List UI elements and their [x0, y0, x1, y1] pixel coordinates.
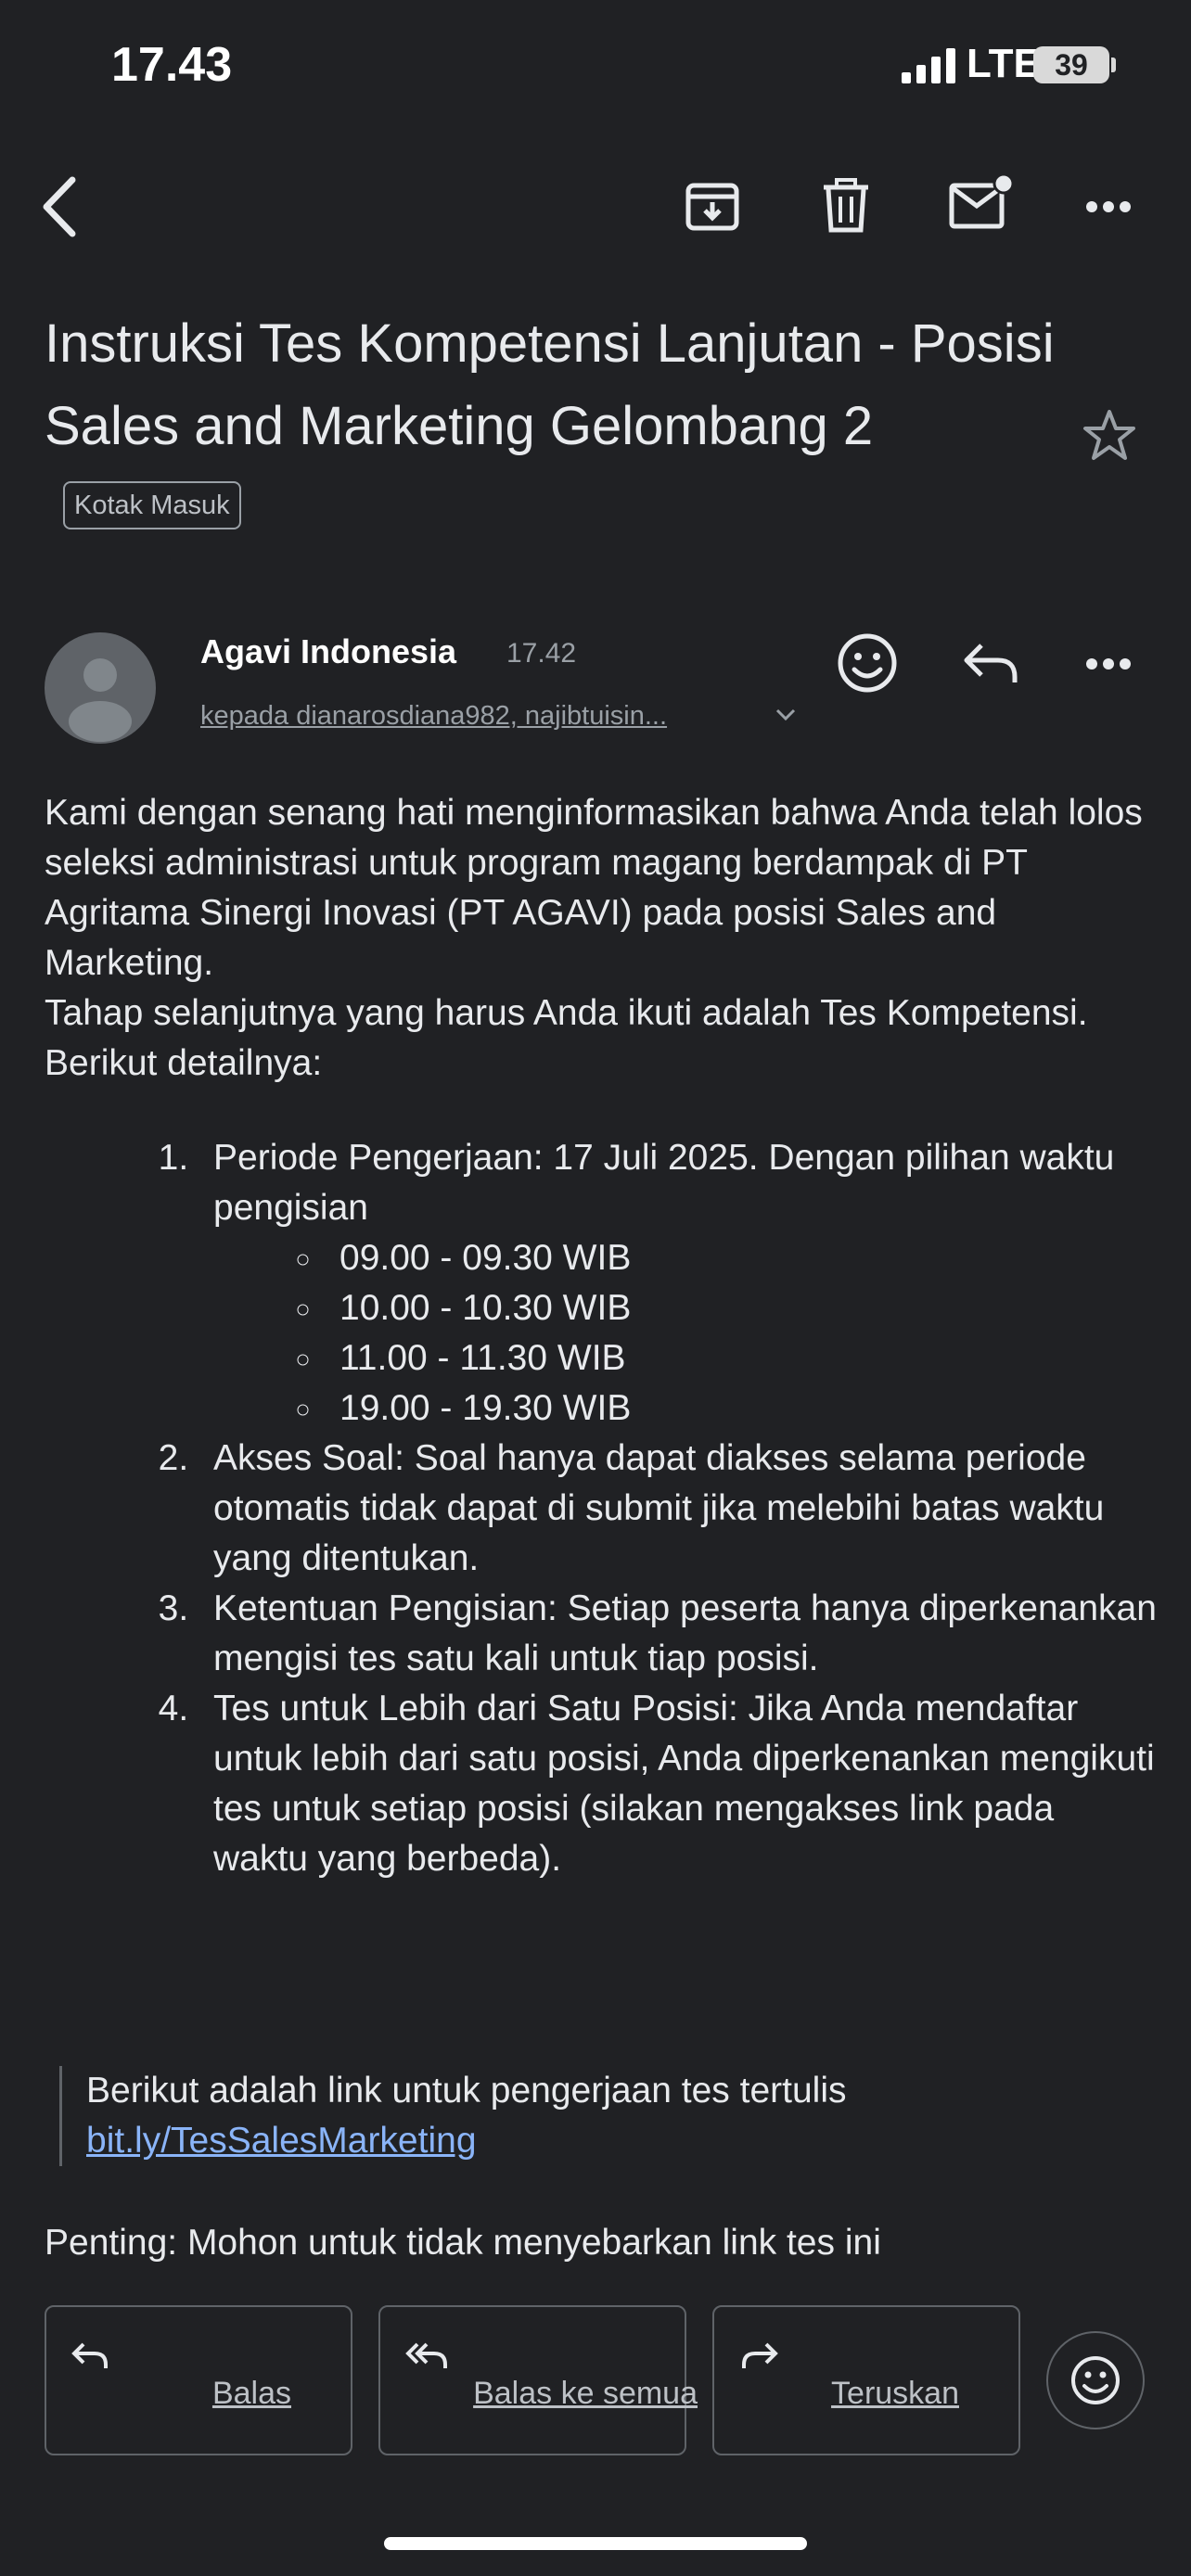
quoted-link-block: Berikut adalah link untuk pengerjaan tes… [59, 2066, 1162, 2166]
reply-label: Balas [211, 2376, 291, 2411]
list-item: 19.00 - 19.30 WIB [325, 1384, 1158, 1434]
list-item: 11.00 - 11.30 WIB [325, 1333, 1158, 1384]
more-icon[interactable] [1085, 657, 1132, 676]
emoji-reaction-button[interactable] [1046, 2331, 1145, 2429]
forward-label: Teruskan [831, 2376, 959, 2411]
mark-unread-icon[interactable] [948, 172, 1013, 234]
network-type: LTE [967, 41, 1041, 86]
recipients[interactable]: kepada dianarosdiana982, najibtuisin... [200, 701, 667, 732]
forward-icon [738, 2340, 779, 2377]
instruction-list: Periode Pengerjaan: 17 Juli 2025. Dengan… [45, 1133, 1158, 1884]
list-item: Tes untuk Lebih dari Satu Posisi: Jika A… [198, 1684, 1158, 1884]
forward-button[interactable]: Teruskan [712, 2305, 1020, 2455]
avatar[interactable] [45, 632, 156, 744]
trash-icon[interactable] [816, 176, 876, 236]
list-item: 10.00 - 10.30 WIB [325, 1283, 1158, 1333]
email-body: Kami dengan senang hati menginformasikan… [45, 788, 1158, 1884]
status-time: 17.43 [111, 38, 233, 92]
test-link[interactable]: bit.ly/TesSalesMarketing [86, 2121, 477, 2161]
time-options: 09.00 - 09.30 WIB 10.00 - 10.30 WIB 11.0… [213, 1233, 1158, 1434]
reply-icon [70, 2340, 111, 2377]
list-item: 09.00 - 09.30 WIB [325, 1233, 1158, 1283]
home-indicator[interactable] [384, 2537, 807, 2550]
signal-icon [902, 48, 959, 83]
list-item: Periode Pengerjaan: 17 Juli 2025. Dengan… [198, 1133, 1158, 1434]
star-icon[interactable] [1082, 408, 1137, 468]
body-intro: Kami dengan senang hati menginformasikan… [45, 793, 1143, 983]
archive-icon[interactable] [683, 176, 742, 236]
sender-time: 17.42 [506, 638, 577, 669]
emoji-icon[interactable] [837, 632, 898, 698]
battery-tip [1111, 57, 1116, 72]
link-intro: Berikut adalah link untuk pengerjaan tes… [86, 2071, 847, 2111]
sender-name[interactable]: Agavi Indonesia [200, 632, 456, 671]
body-intro-2: Tahap selanjutnya yang harus Anda ikuti … [45, 993, 1088, 1083]
list-item: Akses Soal: Soal hanya dapat diakses sel… [198, 1434, 1158, 1584]
reply-icon[interactable] [961, 640, 1020, 693]
reply-button[interactable]: Balas [45, 2305, 352, 2455]
important-note: Penting: Mohon untuk tidak menyebarkan l… [45, 2223, 881, 2263]
inbox-label[interactable]: Kotak Masuk [63, 480, 241, 529]
reply-all-label: Balas ke semua [473, 2376, 698, 2411]
more-icon[interactable] [1085, 184, 1132, 230]
subject-text: Instruksi Tes Kompetensi Lanjutan - Posi… [45, 313, 1055, 456]
reply-all-button[interactable]: Balas ke semua [378, 2305, 698, 2455]
email-subject: Instruksi Tes Kompetensi Lanjutan - Posi… [45, 302, 1065, 550]
list-item: Ketentuan Pengisian: Setiap peserta hany… [198, 1584, 1158, 1684]
battery-icon: 39 [1033, 46, 1109, 83]
back-icon[interactable] [37, 174, 83, 239]
reply-all-icon [404, 2340, 451, 2377]
chevron-down-icon[interactable] [775, 708, 796, 726]
